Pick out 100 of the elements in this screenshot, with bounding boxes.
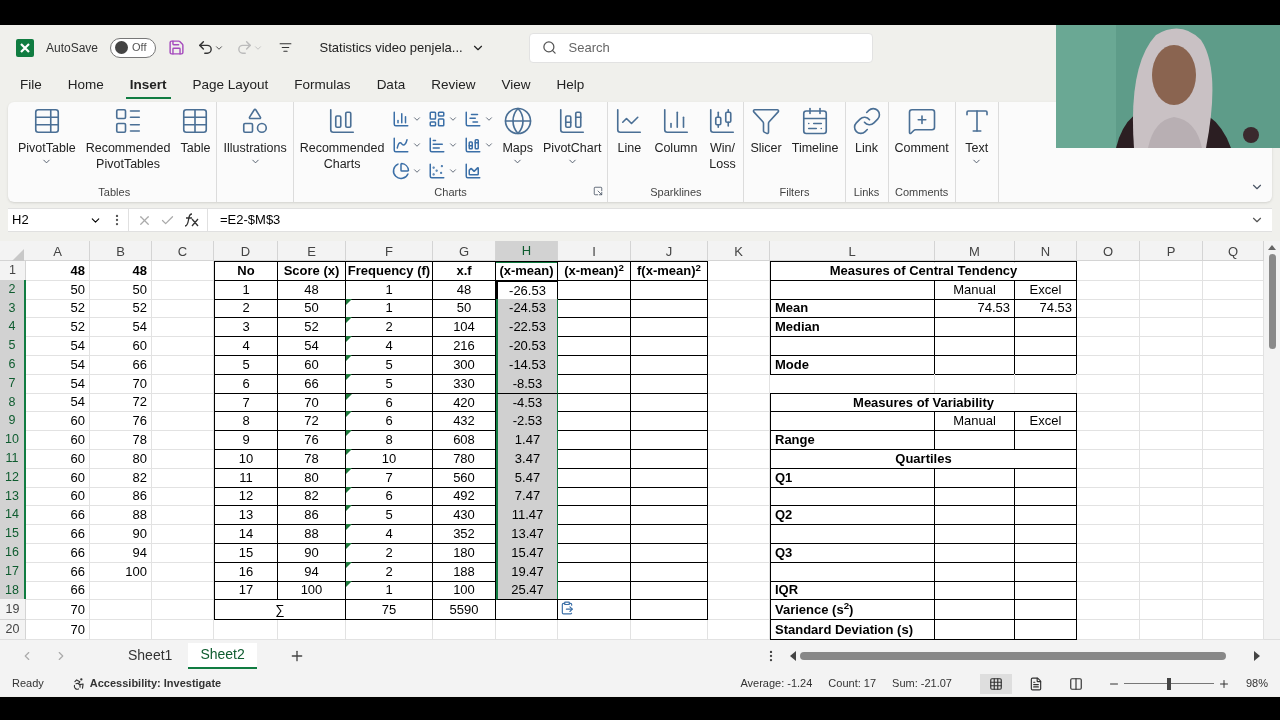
column-header[interactable]: O xyxy=(1077,241,1140,263)
view-button[interactable] xyxy=(979,673,1012,694)
ribbon-button[interactable]: PivotTable xyxy=(14,106,80,167)
empty-cell[interactable] xyxy=(631,336,708,356)
ribbon-button[interactable]: Link xyxy=(847,106,886,156)
ribbon-button[interactable]: Column xyxy=(650,106,702,156)
empty-cell[interactable] xyxy=(1015,561,1077,582)
row-header[interactable]: 3 xyxy=(0,298,26,319)
sheet-tab[interactable]: Sheet1 xyxy=(116,642,185,669)
autosave-toggle[interactable]: Off xyxy=(110,37,156,58)
row-header[interactable]: 19 xyxy=(0,599,26,621)
column-header[interactable]: D xyxy=(214,241,278,263)
search-field[interactable]: Search xyxy=(528,32,873,63)
ribbon-button[interactable]: Table xyxy=(176,106,215,156)
row-header[interactable]: 17 xyxy=(0,561,26,582)
row-header[interactable]: 13 xyxy=(0,486,26,507)
column-header[interactable]: J xyxy=(631,241,708,263)
empty-cell[interactable] xyxy=(1015,542,1077,563)
empty-cell[interactable] xyxy=(631,486,708,507)
ribbon-tab[interactable]: File xyxy=(16,73,46,99)
empty-cell[interactable] xyxy=(631,448,708,469)
error-flag-icon[interactable] xyxy=(346,355,352,361)
ribbon-button[interactable]: Recommended PivotTables xyxy=(81,106,175,172)
document-title-button[interactable]: Statistics video penjela... xyxy=(319,37,485,58)
error-flag-icon[interactable] xyxy=(346,393,352,400)
empty-cell[interactable] xyxy=(631,467,708,488)
empty-cell[interactable] xyxy=(631,542,708,563)
formula-text[interactable]: =E2-$M$3 xyxy=(208,210,1250,230)
row-header[interactable]: 5 xyxy=(0,336,26,356)
ribbon-tab[interactable]: Page Layout xyxy=(188,73,273,99)
zoom-in-icon[interactable] xyxy=(1217,677,1230,690)
column-header[interactable]: L xyxy=(770,241,935,263)
ribbon-tab[interactable]: Review xyxy=(427,73,480,99)
function-icon[interactable] xyxy=(183,213,199,227)
zoom-level[interactable]: 98% xyxy=(1245,675,1268,692)
row-header[interactable]: 12 xyxy=(0,467,26,488)
row-header[interactable]: 6 xyxy=(0,355,26,375)
empty-cell[interactable] xyxy=(935,505,1015,526)
row-header[interactable]: 15 xyxy=(0,524,26,544)
empty-cell[interactable] xyxy=(935,467,1015,488)
empty-cell[interactable] xyxy=(935,355,1015,375)
empty-cell[interactable] xyxy=(631,392,708,413)
zoom-thumb[interactable] xyxy=(1166,677,1171,690)
ribbon-tab[interactable]: Data xyxy=(372,73,410,99)
empty-cell[interactable] xyxy=(631,580,708,601)
empty-cell[interactable] xyxy=(935,561,1015,582)
empty-cell[interactable] xyxy=(770,411,935,432)
customize-toolbar-icon[interactable] xyxy=(278,41,292,54)
empty-cell[interactable] xyxy=(631,430,708,450)
empty-cell[interactable] xyxy=(770,279,935,300)
column-header[interactable]: E xyxy=(278,241,346,263)
row-header[interactable]: 8 xyxy=(0,392,26,413)
undo-icon[interactable] xyxy=(196,39,214,56)
column-header[interactable]: A xyxy=(26,241,90,263)
column-header[interactable]: M xyxy=(935,241,1015,263)
empty-cell[interactable] xyxy=(935,599,1015,621)
empty-cell[interactable] xyxy=(631,279,708,300)
empty-cell[interactable] xyxy=(1015,599,1077,621)
launcher-icon[interactable] xyxy=(593,186,604,196)
empty-cell[interactable] xyxy=(1015,580,1077,601)
ribbon-button[interactable]: Slicer xyxy=(746,106,786,156)
ribbon-button[interactable]: Recommended Charts xyxy=(295,106,389,172)
empty-cell[interactable] xyxy=(631,317,708,338)
empty-cell[interactable] xyxy=(631,355,708,375)
column-header[interactable]: F xyxy=(346,241,433,263)
sheet-tab[interactable]: Sheet2 xyxy=(188,642,257,669)
empty-cell[interactable] xyxy=(1015,505,1077,526)
horizontal-scrollbar[interactable] xyxy=(790,649,1260,662)
empty-cell[interactable] xyxy=(770,561,935,582)
ribbon-button[interactable]: Line xyxy=(610,106,649,156)
empty-cell[interactable] xyxy=(935,486,1015,507)
row-header[interactable]: 16 xyxy=(0,542,26,563)
ribbon-button[interactable]: Maps xyxy=(498,106,538,167)
row-header[interactable]: 2 xyxy=(0,279,26,300)
accessibility-status[interactable]: Accessibility: Investigate xyxy=(89,675,222,692)
row-header[interactable]: 14 xyxy=(0,505,26,526)
ribbon-button[interactable]: Illustrations xyxy=(219,106,291,167)
empty-cell[interactable] xyxy=(496,599,558,621)
column-header[interactable]: P xyxy=(1140,241,1203,263)
row-header[interactable]: 10 xyxy=(0,430,26,450)
save-icon[interactable] xyxy=(167,39,185,56)
column-header[interactable]: K xyxy=(708,241,770,263)
empty-cell[interactable] xyxy=(935,317,1015,338)
empty-cell[interactable] xyxy=(1015,524,1077,544)
row-header[interactable]: 20 xyxy=(0,620,26,641)
ribbon-tab[interactable]: Formulas xyxy=(290,73,355,99)
ribbon-button[interactable]: Text xyxy=(957,106,996,167)
empty-cell[interactable] xyxy=(1015,355,1077,375)
ribbon-tab[interactable]: Home xyxy=(63,73,108,99)
empty-cell[interactable] xyxy=(935,542,1015,563)
ribbon-button[interactable]: Timeline xyxy=(787,106,843,156)
vertical-scrollbar[interactable] xyxy=(1264,241,1280,640)
ribbon-tab[interactable]: Insert xyxy=(125,73,171,99)
ribbon-tab[interactable]: Help xyxy=(552,73,589,99)
row-header[interactable]: 1 xyxy=(0,261,26,281)
empty-cell[interactable] xyxy=(935,524,1015,544)
empty-cell[interactable] xyxy=(631,599,708,621)
row-header[interactable]: 9 xyxy=(0,411,26,432)
row-header[interactable]: 18 xyxy=(0,580,26,601)
column-header[interactable]: C xyxy=(152,241,214,263)
